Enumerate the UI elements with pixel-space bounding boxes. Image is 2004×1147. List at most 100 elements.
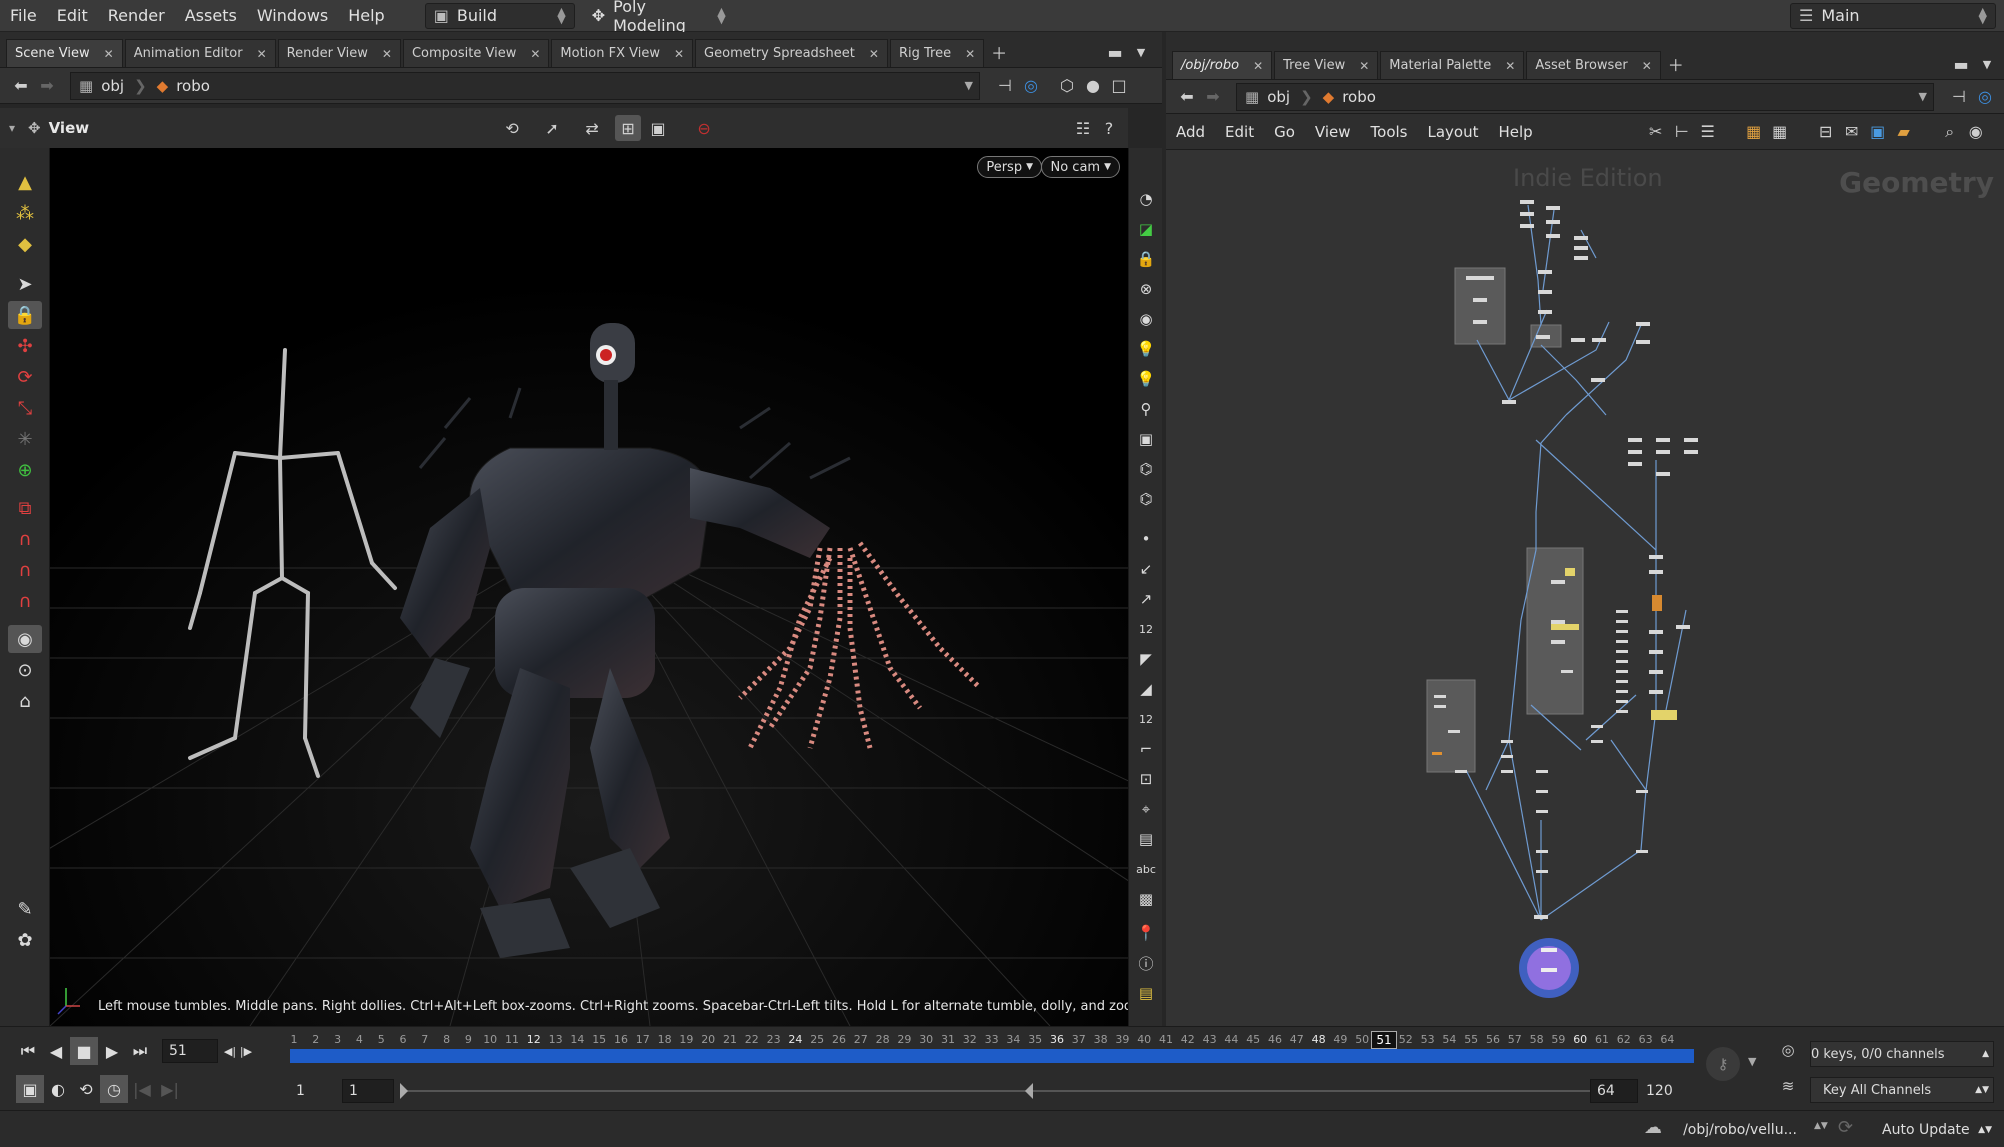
light-bulb-icon[interactable]: 💡 — [1132, 336, 1160, 362]
ghost-icon[interactable]: ⊗ — [1132, 276, 1160, 302]
camera-select-menu[interactable]: No cam ▼ — [1041, 156, 1120, 178]
square-icon[interactable]: □ — [1106, 73, 1132, 99]
edge-icon[interactable]: ⌐ — [1132, 736, 1160, 762]
pin-icon[interactable]: ⊣ — [1946, 84, 1972, 110]
next-key-icon[interactable]: ▶| — [156, 1075, 184, 1103]
range-slider-handle-right[interactable] — [1025, 1083, 1033, 1099]
audio-icon[interactable]: ◐ — [44, 1075, 72, 1103]
forward-arrow-icon[interactable]: ➡ — [1200, 84, 1226, 110]
path-root[interactable]: obj — [1267, 88, 1290, 106]
back-arrow-icon[interactable]: ⬅ — [8, 73, 34, 99]
close-icon[interactable]: ✕ — [257, 47, 267, 61]
range-end-field-2[interactable]: 120 — [1640, 1079, 1692, 1103]
stop-icon[interactable]: ■ — [70, 1037, 98, 1065]
close-icon[interactable]: ✕ — [1359, 59, 1369, 73]
search-icon[interactable]: ⌕ — [1937, 119, 1963, 145]
prim-number-icon[interactable]: 12 — [1132, 706, 1160, 732]
net-menu-add[interactable]: Add — [1166, 123, 1215, 141]
note-icon[interactable]: ✉ — [1839, 119, 1865, 145]
3d-viewport[interactable]: Persp ▼ No cam ▼ Left mouse tumbles. Mid… — [50, 148, 1128, 1026]
step-back-icon[interactable]: ◀| — [222, 1037, 238, 1065]
range-end-field[interactable]: 64 — [1590, 1079, 1638, 1103]
visibility-icon[interactable]: ◪ — [1132, 216, 1160, 242]
go-to-end-icon[interactable]: ⏭ — [126, 1037, 154, 1065]
close-icon[interactable]: ✕ — [104, 47, 114, 61]
point-number-icon[interactable]: 12 — [1132, 616, 1160, 642]
link-icon[interactable]: ◎ — [1972, 84, 1998, 110]
magnet-icon[interactable]: ∩ — [8, 525, 42, 553]
stop-icon[interactable]: ⊖ — [691, 115, 717, 141]
keys-status[interactable]: 0 keys, 0/0 channels ▲ — [1810, 1041, 1994, 1067]
play-icon[interactable]: ▶ — [98, 1037, 126, 1065]
tree-icon[interactable]: ⊢ — [1669, 119, 1695, 145]
eye-icon[interactable]: ◉ — [1963, 119, 1989, 145]
display-icon[interactable]: ▣ — [645, 115, 671, 141]
light-icon[interactable]: ● — [1080, 73, 1106, 99]
current-frame-field[interactable]: 51 — [162, 1039, 218, 1063]
play-reverse-icon[interactable]: ◀ — [42, 1037, 70, 1065]
range-slider-handle-left[interactable] — [400, 1083, 408, 1099]
path-breadcrumb[interactable]: ▦ obj ❯ ◆ robo ▼ — [70, 71, 980, 100]
folder-icon[interactable]: ▰ — [1891, 119, 1917, 145]
close-icon[interactable]: ✕ — [1505, 59, 1515, 73]
close-icon[interactable]: ✕ — [530, 47, 540, 61]
select-mode-icon[interactable]: ➚ — [539, 115, 565, 141]
viewport-menu-icon[interactable]: ▾ — [0, 121, 24, 135]
back-arrow-icon[interactable]: ⬅ — [1174, 84, 1200, 110]
close-icon[interactable]: ✕ — [382, 47, 392, 61]
handle-tool-icon[interactable]: ⊕ — [8, 456, 42, 484]
pane-menu-icon[interactable]: ▬ — [1948, 51, 1974, 77]
profile-icon[interactable]: ⌖ — [1132, 796, 1160, 822]
add-tab-icon[interactable]: ＋ — [986, 39, 1012, 65]
scale-tool-icon[interactable]: ⤡ — [8, 394, 42, 422]
net-menu-tools[interactable]: Tools — [1361, 123, 1418, 141]
wrench-icon[interactable]: ✂ — [1643, 119, 1669, 145]
cam-icon[interactable]: ▣ — [1132, 426, 1160, 452]
color-grid-icon[interactable]: ▦ — [1741, 119, 1767, 145]
net-menu-edit[interactable]: Edit — [1215, 123, 1264, 141]
desktop-dropdown[interactable]: ▣ Build ▲ ▼ — [424, 2, 575, 29]
menu-render[interactable]: Render — [98, 6, 175, 25]
tab-tree-view[interactable]: Tree View ✕ — [1274, 51, 1379, 79]
tab-composite-view[interactable]: Composite View ✕ — [402, 39, 550, 67]
menu-help[interactable]: Help — [338, 6, 394, 25]
select-arrow-icon[interactable]: ➤ — [8, 270, 42, 298]
tab-obj-robo[interactable]: /obj/robo ✕ — [1172, 51, 1273, 79]
color-bar-icon[interactable]: ▤ — [1132, 980, 1160, 1006]
render-tool-icon[interactable]: ⌂ — [8, 687, 42, 715]
brain-icon[interactable]: ✿ — [8, 926, 42, 954]
tab-scene-view[interactable]: Scene View ✕ — [6, 39, 123, 67]
tab-animation-editor[interactable]: Animation Editor ✕ — [124, 39, 276, 67]
shelf-tool-icon[interactable]: ▲ — [8, 168, 42, 196]
add-tab-icon[interactable]: ＋ — [1663, 51, 1689, 77]
rotate-tool-icon[interactable]: ⟳ — [8, 363, 42, 391]
path-node[interactable]: robo — [1342, 88, 1376, 106]
net-menu-view[interactable]: View — [1305, 123, 1361, 141]
wire-icon[interactable]: ⌬ — [1132, 456, 1160, 482]
tab-asset-browser[interactable]: Asset Browser ✕ — [1526, 51, 1661, 79]
lock-icon[interactable]: 🔒 — [8, 301, 42, 329]
menu-edit[interactable]: Edit — [47, 6, 98, 25]
cloud-icon[interactable]: ☁ — [1644, 1117, 1662, 1138]
points-tool-icon[interactable]: ⁂ — [8, 199, 42, 227]
menu-file[interactable]: File — [0, 6, 47, 25]
shape-grid-icon[interactable]: ▦ — [1767, 119, 1793, 145]
range-start-field-2[interactable]: 1 — [342, 1079, 394, 1103]
pane-arrow-icon[interactable]: ▼ — [1128, 39, 1154, 65]
vector-display-icon[interactable]: ↗ — [1132, 586, 1160, 612]
background-image-icon[interactable]: ▩ — [1132, 886, 1160, 912]
transform-tool-icon[interactable]: ⧉ — [8, 494, 42, 522]
grid-magnet-icon[interactable]: ∩ — [8, 587, 42, 615]
snap-magnet-icon[interactable]: ∩ — [8, 556, 42, 584]
key-all-channels-dropdown[interactable]: Key All Channels ▲▼ — [1810, 1077, 1994, 1103]
pin-icon[interactable]: ⊣ — [992, 73, 1018, 99]
key-dropdown-icon[interactable]: ▼ — [1748, 1055, 1756, 1068]
layout-icon[interactable]: ⊟ — [1813, 119, 1839, 145]
realtime-icon[interactable]: ▣ — [16, 1075, 44, 1103]
tab-render-view[interactable]: Render View ✕ — [277, 39, 401, 67]
link-icon[interactable]: ◎ — [1018, 73, 1044, 99]
prim-display-icon[interactable]: ◤ — [1132, 646, 1160, 672]
camera-persp-menu[interactable]: Persp ▼ — [977, 156, 1042, 178]
tab-material-palette[interactable]: Material Palette ✕ — [1380, 51, 1525, 79]
current-frame-marker[interactable]: 51 — [1371, 1031, 1397, 1049]
